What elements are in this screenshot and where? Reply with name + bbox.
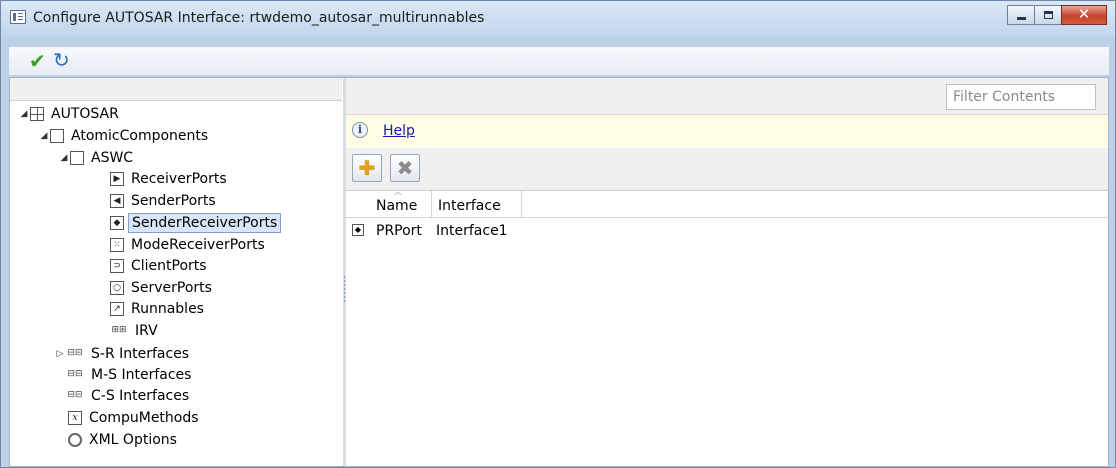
client-port-icon: ⊃ (110, 259, 124, 273)
column-header-label: Interface (438, 198, 501, 214)
window-title: Configure AUTOSAR Interface: rtwdemo_aut… (33, 10, 485, 26)
interface-icon: ⊟⊟ (67, 348, 83, 358)
filter-input[interactable] (946, 84, 1096, 110)
table-toolbar: ✚ ✖ (346, 148, 1108, 190)
component-icon (70, 151, 84, 165)
window-controls: ✕ (1007, 5, 1107, 27)
mode-receiver-port-icon: ⁙ (110, 238, 124, 252)
column-header-interface[interactable]: Interface (432, 191, 522, 217)
irv-icon: ⊞⊞ (111, 325, 127, 335)
collapse-arrow-icon[interactable]: ▷ (54, 343, 66, 365)
expand-arrow-icon[interactable]: ◢ (58, 147, 70, 169)
component-icon (50, 129, 64, 143)
maximize-icon (1044, 11, 1053, 19)
runnable-icon: ↗ (110, 302, 124, 316)
filter-bar (346, 78, 1108, 115)
title-bar[interactable]: Configure AUTOSAR Interface: rtwdemo_aut… (1, 1, 1115, 37)
expand-arrow-icon[interactable]: ◢ (18, 103, 30, 125)
help-link[interactable]: Help (383, 123, 415, 139)
tree-item-label: CompuMethods (89, 410, 199, 426)
minimize-button[interactable] (1007, 5, 1035, 25)
row-icon-column-header (346, 191, 372, 217)
info-icon: i (352, 122, 368, 138)
toolbar: ✔ ↻ (9, 47, 1109, 75)
sender-receiver-port-icon: ◆ (352, 224, 364, 236)
tree-item-xml-options[interactable]: XML Options (68, 429, 180, 451)
table-header: ︿ Name Interface (346, 187, 1108, 218)
tree-item-label: ClientPorts (131, 258, 207, 274)
tree-item-autosar[interactable]: ◢ AUTOSAR (18, 103, 122, 125)
help-bar: i Help (346, 115, 1108, 147)
tree-item-label: XML Options (89, 432, 177, 448)
tree-item-label: Runnables (131, 301, 204, 317)
tree-item-label: C-S Interfaces (91, 388, 190, 404)
gear-icon (68, 433, 82, 447)
tree-item-label: AUTOSAR (51, 106, 119, 122)
tree-item-label: SenderReceiverPorts (128, 213, 282, 233)
sender-receiver-port-icon: ◆ (110, 216, 124, 230)
maximize-button[interactable] (1034, 5, 1062, 25)
tree-item-label: ModeReceiverPorts (131, 237, 265, 253)
row-name-cell[interactable]: PRPort (376, 220, 422, 242)
check-icon[interactable]: ✔ (29, 51, 46, 71)
details-panel: i Help ✚ ✖ ︿ Name I (346, 78, 1108, 466)
tree-item-sender-ports[interactable]: ◀ SenderPorts (110, 190, 219, 212)
minimize-icon (1017, 17, 1026, 20)
refresh-icon[interactable]: ↻ (53, 49, 70, 71)
tree-panel: ◢ AUTOSAR ◢ AtomicComponents ◢ ASWC ▶ Re… (10, 78, 342, 466)
splitter-grip-icon[interactable] (344, 276, 345, 302)
column-header-name[interactable]: ︿ Name (370, 187, 432, 217)
tree-item-runnables[interactable]: ↗ Runnables (110, 298, 207, 320)
function-icon: x (68, 411, 82, 425)
tree-item-aswc[interactable]: ◢ ASWC (58, 147, 136, 169)
tree-panel-header (10, 78, 342, 101)
sort-ascending-icon: ︿ (394, 187, 402, 196)
table-row[interactable]: ◆ PRPort Interface1 (346, 220, 1108, 242)
tree-item-label: M-S Interfaces (91, 367, 192, 383)
expand-arrow-icon[interactable]: ◢ (38, 125, 50, 147)
tree-item-irv[interactable]: ⊞⊞ IRV (110, 320, 161, 342)
row-interface-cell[interactable]: Interface1 (436, 220, 508, 242)
close-button[interactable]: ✕ (1061, 5, 1107, 25)
content-area: ◢ AUTOSAR ◢ AtomicComponents ◢ ASWC ▶ Re… (9, 77, 1109, 467)
delete-button[interactable]: ✖ (390, 154, 420, 182)
tree-item-mode-receiver-ports[interactable]: ⁙ ModeReceiverPorts (110, 234, 268, 256)
column-header-label: Name (376, 198, 418, 214)
dialog-window: Configure AUTOSAR Interface: rtwdemo_aut… (0, 0, 1116, 468)
sender-port-icon: ◀ (110, 194, 124, 208)
add-icon: ✚ (358, 156, 376, 180)
tree-item-compu-methods[interactable]: x CompuMethods (68, 407, 202, 429)
ports-table: ︿ Name Interface ◆ PRPort Interface1 (346, 187, 1108, 467)
tree-item-label: SenderPorts (131, 193, 216, 209)
delete-icon: ✖ (396, 156, 414, 180)
tree-item-ms-interfaces[interactable]: ⊟⊟ M-S Interfaces (66, 364, 194, 386)
tree-item-cs-interfaces[interactable]: ⊟⊟ C-S Interfaces (66, 385, 192, 407)
tree-item-sr-interfaces[interactable]: ▷ ⊟⊟ S-R Interfaces (54, 343, 192, 365)
tree-item-client-ports[interactable]: ⊃ ClientPorts (110, 255, 210, 277)
grid-icon (30, 107, 44, 121)
server-port-icon: ○ (110, 281, 124, 295)
tree-item-label: ReceiverPorts (131, 171, 227, 187)
tree-item-label: ASWC (91, 150, 134, 166)
tree-item-label: S-R Interfaces (91, 346, 190, 362)
interface-icon: ⊟⊟ (67, 390, 83, 400)
tree-item-label: AtomicComponents (71, 128, 209, 144)
interface-icon: ⊟⊟ (67, 369, 83, 379)
receiver-port-icon: ▶ (110, 172, 124, 186)
tree-item-atomic-components[interactable]: ◢ AtomicComponents (38, 125, 211, 147)
close-icon: ✕ (1077, 5, 1091, 23)
tree-item-receiver-ports[interactable]: ▶ ReceiverPorts (110, 168, 230, 190)
tree-item-sender-receiver-ports[interactable]: ◆ SenderReceiverPorts (110, 212, 282, 234)
tree-item-server-ports[interactable]: ○ ServerPorts (110, 277, 215, 299)
window-icon (10, 10, 26, 24)
tree-item-label: IRV (135, 323, 158, 339)
add-button[interactable]: ✚ (352, 154, 382, 182)
tree-item-label: ServerPorts (131, 280, 212, 296)
